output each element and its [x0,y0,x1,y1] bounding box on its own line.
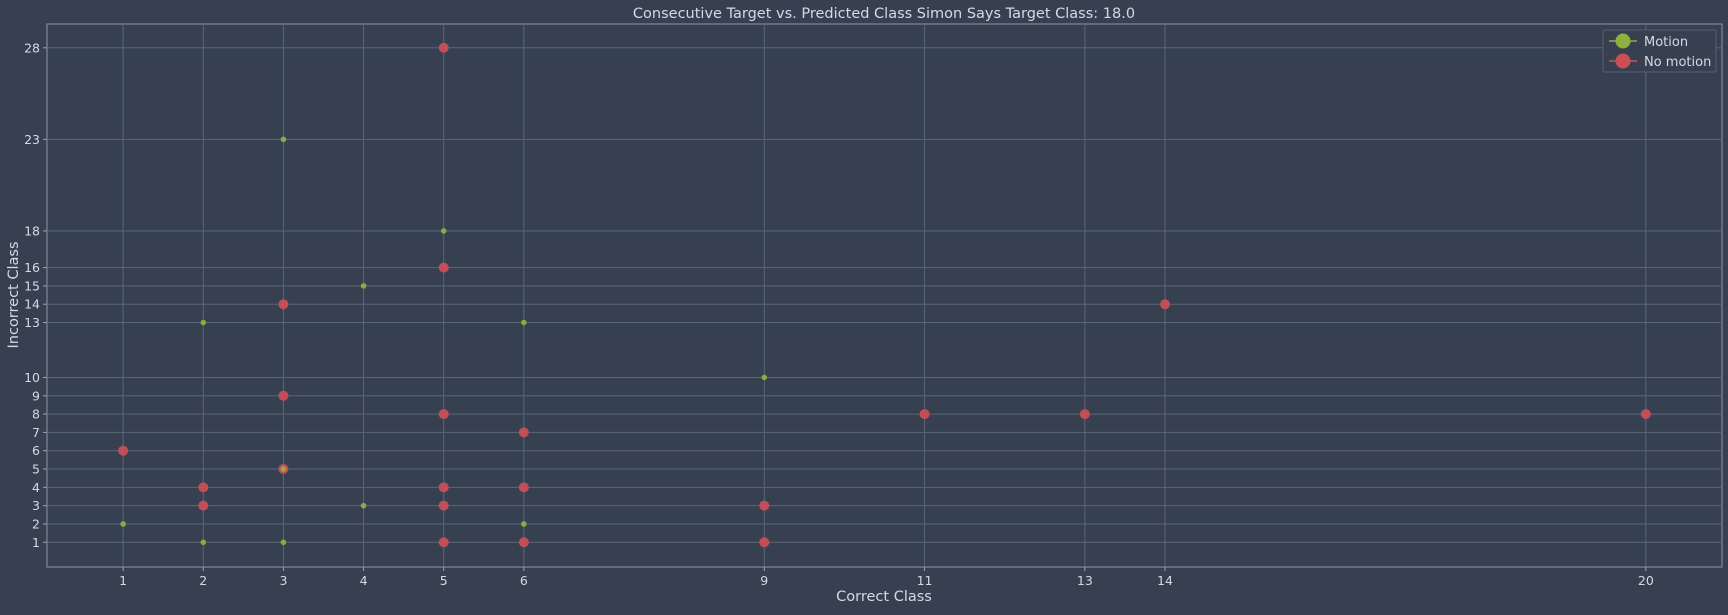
point-no-motion [278,299,289,310]
y-tick-label: 2 [32,516,40,531]
x-tick-label: 2 [199,573,207,588]
point-motion [521,319,527,326]
point-no-motion [518,482,529,493]
point-no-motion [198,500,209,511]
point-no-motion [518,427,529,438]
plot-area [46,23,1723,568]
y-tick-label: 5 [32,462,40,477]
point-no-motion [438,500,449,511]
point-motion [360,283,367,289]
y-tick-label: 16 [24,260,40,275]
point-motion [120,521,126,527]
y-tick-label: 6 [32,443,40,458]
y-tick-label: 28 [24,40,40,55]
x-tick-label: 13 [1077,573,1093,588]
point-no-motion [198,482,209,493]
point-motion [360,502,367,509]
point-no-motion [438,409,449,420]
legend: Motion No motion [1602,29,1717,73]
chart-title: Consecutive Target vs. Predicted Class S… [633,6,1135,22]
y-tick-label: 18 [24,223,40,238]
y-tick-label: 15 [24,278,40,293]
x-tick-label: 5 [440,573,448,588]
point-motion [440,228,447,234]
x-tick-label: 6 [520,573,528,588]
legend-label-motion: Motion [1644,35,1688,50]
x-tick-label: 20 [1638,573,1654,588]
point-motion [280,136,287,143]
y-tick-label: 14 [24,297,40,312]
legend-label-no-motion: No motion [1644,55,1711,70]
point-motion [521,521,527,527]
y-tick-label: 9 [32,388,40,403]
point-no-motion [919,409,930,420]
point-no-motion [438,482,449,493]
point-no-motion [759,537,770,548]
x-tick-label: 11 [917,573,933,588]
legend-marker-motion [1615,33,1631,49]
point-no-motion [278,390,289,401]
x-tick-label: 3 [279,573,287,588]
y-tick-label: 23 [24,132,40,147]
x-axis-label: Correct Class [836,589,932,605]
point-motion [280,466,287,472]
legend-marker-no-motion [1615,53,1631,69]
x-tick-label: 9 [760,573,768,588]
y-tick-label: 4 [32,480,40,495]
point-no-motion [1079,409,1090,420]
point-no-motion [759,500,770,511]
y-axis-label: Incorrect Class [6,242,22,349]
point-no-motion [118,445,129,456]
point-motion [761,374,768,381]
y-tick-label: 7 [32,425,40,440]
point-motion [200,319,207,326]
point-motion [280,539,287,546]
point-no-motion [438,42,449,53]
y-tick-label: 1 [32,535,40,550]
point-no-motion [438,262,449,273]
x-tick-label: 1 [119,573,127,588]
point-no-motion [438,537,449,548]
point-no-motion [1160,299,1171,310]
point-motion [200,539,207,546]
chart-container: 1 2 3 4 5 6 9 11 13 14 20 1 2 3 4 5 6 7 8 9 10 13 14 15 16 18 23 28… [0,0,1728,611]
y-tick-label: 13 [24,315,40,330]
x-tick-label: 14 [1157,573,1173,588]
y-tick-label: 3 [32,498,40,513]
scatter-chart: 1 2 3 4 5 6 9 11 13 14 201234567891013141516182328… [6,6,1723,605]
point-no-motion [518,537,529,548]
point-no-motion [1640,409,1651,420]
x-tick-label: 4 [360,573,368,588]
y-tick-label: 10 [24,370,40,385]
y-tick-label: 8 [32,407,40,422]
